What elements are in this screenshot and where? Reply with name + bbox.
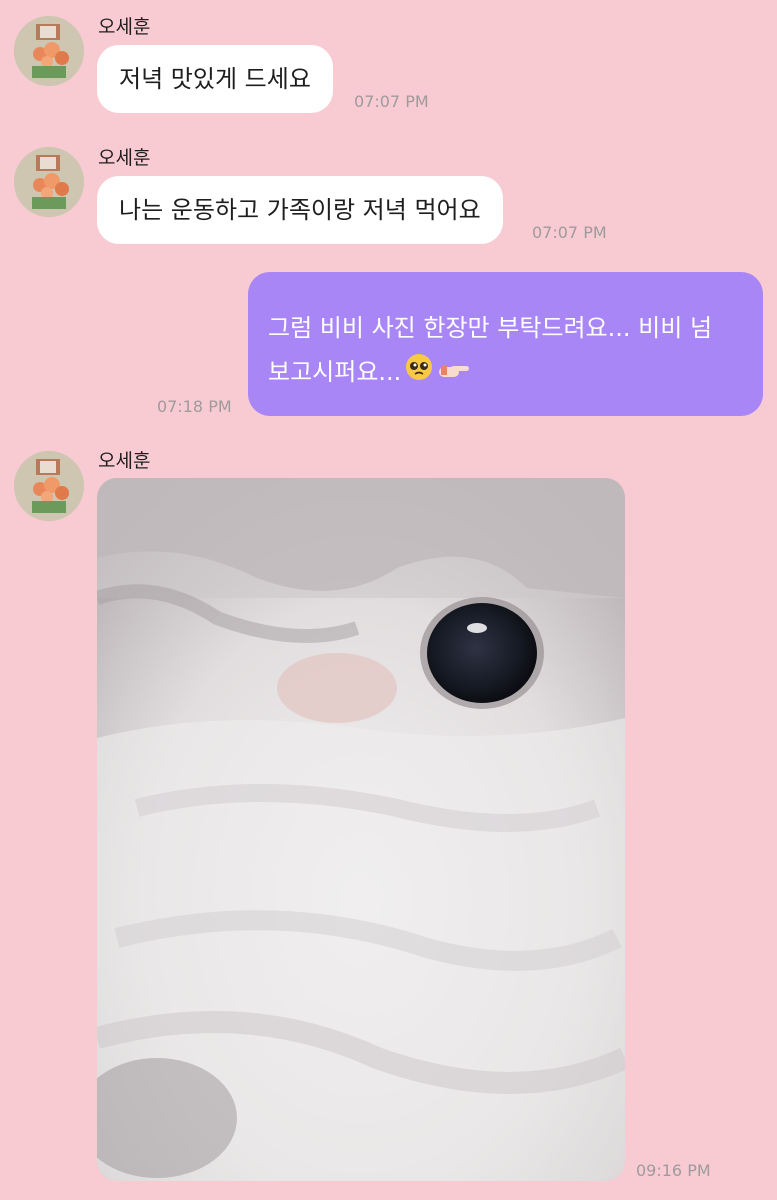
sender-name: 오세훈 (98, 16, 151, 38)
message-time: 07:07 PM (532, 223, 607, 242)
message-text-line: 그럼 비비 사진 한장만 부탁드려요... 비비 넘 (268, 314, 713, 342)
avatar[interactable] (14, 16, 84, 86)
outgoing-message-bubble[interactable]: 그럼 비비 사진 한장만 부탁드려요... 비비 넘 보고시퍼요... (248, 272, 763, 416)
message-text-line: 보고시퍼요... (268, 350, 743, 395)
avatar[interactable] (14, 147, 84, 217)
avatar[interactable] (14, 451, 84, 521)
message-time: 09:16 PM (636, 1161, 711, 1180)
message-bubble[interactable]: 나는 운동하고 가족이랑 저녁 먹어요 (97, 176, 503, 244)
sender-name: 오세훈 (98, 147, 151, 169)
message-text-line-2: 보고시퍼요... (268, 358, 402, 386)
message-time: 07:07 PM (354, 92, 429, 111)
message-bubble[interactable]: 저녁 맛있게 드세요 (97, 45, 333, 113)
pleading-face-emoji-icon (405, 351, 433, 395)
message-time: 07:18 PM (157, 397, 232, 416)
pointing-hand-emoji-icon (437, 351, 471, 395)
sender-name: 오세훈 (98, 450, 151, 472)
photo-attachment[interactable] (97, 478, 625, 1181)
